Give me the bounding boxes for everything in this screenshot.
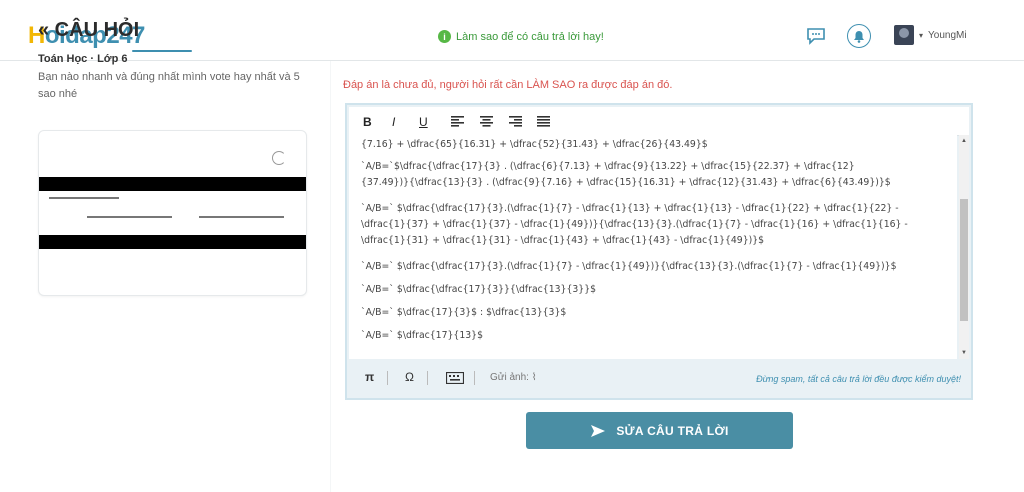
submit-answer-button[interactable]: SỬA CÂU TRẢ LỜI — [526, 412, 793, 449]
info-icon: i — [438, 30, 451, 43]
image-text-line — [49, 197, 119, 199]
align-justify-icon[interactable] — [537, 116, 550, 127]
align-center-icon[interactable] — [480, 116, 493, 127]
notifications-button[interactable] — [847, 24, 871, 48]
answer-line: {37.49})}{\dfrac{13}{3} . (\dfrac{9}{7.1… — [361, 177, 891, 188]
question-text: Bạn nào nhanh và đúng nhất mình vote hay… — [38, 71, 300, 100]
question-image-card[interactable] — [38, 130, 307, 296]
subject-label: Toán Học · Lớp 6 — [38, 53, 128, 65]
answer-line: `A/B=` $\dfrac{\dfrac{17}{3}.(\dfrac{1}{… — [361, 203, 899, 214]
answer-line: \dfrac{1}{31} + \dfrac{1}{31} - \dfrac{1… — [361, 235, 765, 246]
image-strip-top — [39, 177, 306, 191]
username: YoungMi — [928, 29, 967, 41]
avatar — [894, 25, 914, 45]
answer-line: `A/B=` $\dfrac{\dfrac{17}{3}.(\dfrac{1}{… — [361, 261, 897, 272]
answer-tip-link[interactable]: i Làm sao để có câu trả lời hay! — [438, 30, 604, 43]
answer-editor: B I U {7.16} + \dfrac{65}{16.31} + \dfra… — [345, 103, 973, 400]
logo-underline — [132, 50, 192, 52]
bell-icon — [854, 30, 864, 43]
user-menu[interactable]: ▾ YoungMi — [894, 25, 967, 45]
keyboard-icon[interactable] — [446, 372, 464, 384]
answer-line: `A/B=` $\dfrac{\dfrac{17}{3}}{\dfrac{13}… — [361, 284, 597, 295]
separator — [427, 371, 428, 385]
answer-warning: Đáp án là chưa đủ, người hỏi rất cần LÀM… — [343, 79, 673, 91]
italic-button[interactable]: I — [392, 115, 395, 129]
chat-icon — [807, 28, 825, 45]
spam-note: Đừng spam, tất cả câu trả lời đều được k… — [756, 374, 961, 384]
answer-line: {7.16} + \dfrac{65}{16.31} + \dfrac{52}{… — [361, 139, 708, 150]
rotate-icon[interactable] — [272, 151, 286, 165]
send-image-label: Gửi ảnh: — [490, 372, 529, 383]
editor-toolbar: B I U — [349, 107, 969, 136]
answer-line: `A/B=` $\dfrac{17}{3}$ : $\dfrac{13}{3}$ — [361, 307, 567, 318]
align-left-icon[interactable] — [451, 116, 464, 127]
send-icon — [591, 424, 606, 437]
align-right-icon[interactable] — [509, 116, 522, 127]
scroll-down-icon[interactable]: ▼ — [961, 350, 967, 356]
site-header: Hoidap247 i Làm sao để có câu trả lời ha… — [0, 14, 1024, 61]
image-math-line — [87, 216, 172, 218]
chevron-down-icon: ▾ — [919, 30, 924, 40]
image-strip-bottom — [39, 235, 306, 249]
top-strip — [0, 0, 1024, 14]
answer-textarea[interactable]: {7.16} + \dfrac{65}{16.31} + \dfrac{52}{… — [349, 135, 957, 359]
underline-button[interactable]: U — [419, 115, 428, 129]
page-title: « CÂU HỎI — [38, 19, 140, 41]
image-math-line — [199, 216, 284, 218]
answer-line: \dfrac{1}{37} + \dfrac{1}{37} - \dfrac{1… — [361, 219, 908, 230]
editor-scrollbar[interactable]: ▲ ▼ — [959, 135, 969, 359]
paperclip-icon: ⌇ — [531, 372, 537, 383]
messages-button[interactable] — [804, 24, 828, 48]
separator — [387, 371, 388, 385]
scroll-up-icon[interactable]: ▲ — [961, 138, 967, 144]
separator — [474, 371, 475, 385]
special-char-button[interactable]: Ω — [405, 370, 414, 384]
scrollbar-thumb[interactable] — [960, 199, 968, 321]
submit-label: SỬA CÂU TRẢ LỜI — [616, 423, 729, 438]
math-formula-button[interactable]: π — [365, 370, 374, 384]
bold-button[interactable]: B — [363, 115, 372, 129]
tip-text: Làm sao để có câu trả lời hay! — [456, 30, 604, 43]
editor-bottom-bar: π Ω Gửi ảnh: ⌇ Đừng spam, tất cả câu trả… — [349, 361, 969, 395]
answer-line: `A/B=`$\dfrac{\dfrac{17}{3} . (\dfrac{6}… — [361, 161, 855, 172]
send-image-button[interactable]: Gửi ảnh: ⌇ — [490, 372, 537, 383]
answer-line: `A/B=` $\dfrac{17}{13}$ — [361, 330, 483, 341]
